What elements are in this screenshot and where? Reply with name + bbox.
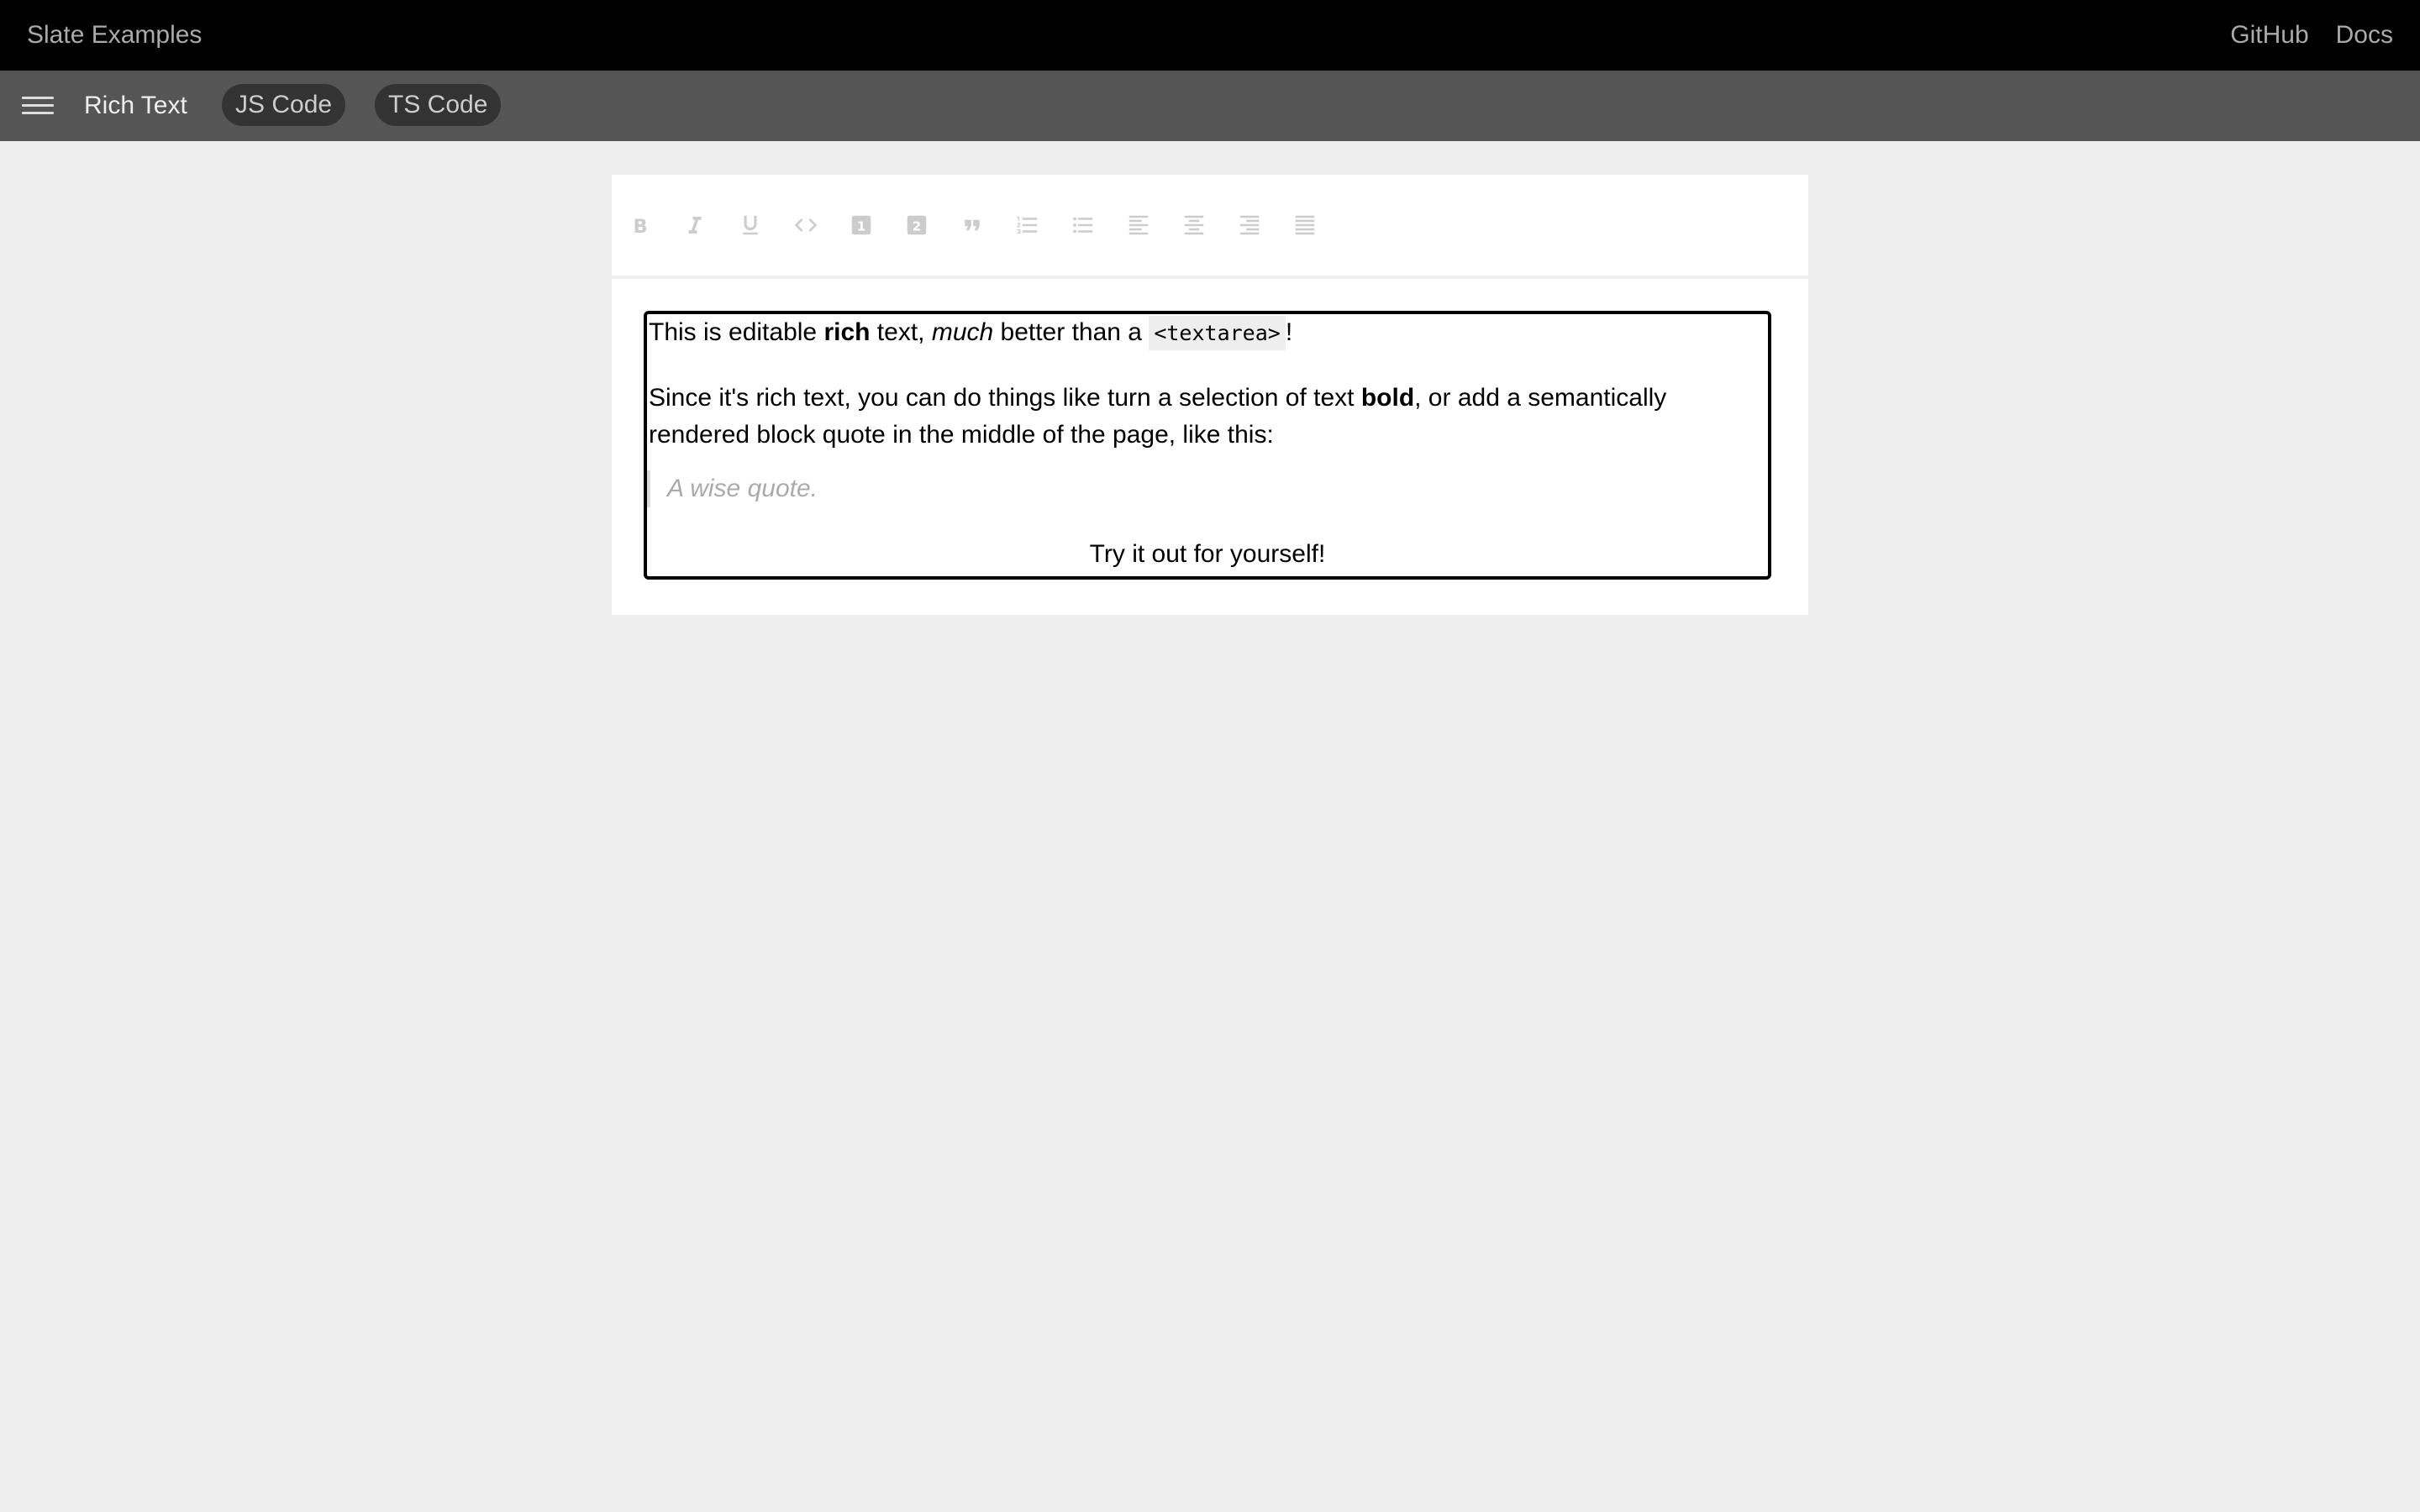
italic-text: much [931, 318, 994, 346]
text-run: better than a [993, 318, 1150, 346]
numbered-list-button[interactable] [1009, 207, 1046, 244]
ts-code-button[interactable]: TS Code [375, 84, 502, 126]
editor-container: B 1 2 This is editable rich text, much b… [612, 175, 1808, 615]
paragraph-description: Since it's rich text, you can do things … [649, 380, 1666, 417]
hamburger-line [22, 104, 54, 107]
code-icon [792, 212, 819, 239]
align-justify-button[interactable] [1286, 207, 1323, 244]
docs-link[interactable]: Docs [2336, 21, 2393, 50]
formatting-toolbar: B 1 2 [612, 175, 1808, 279]
block-quote: A wise quote. [647, 470, 818, 507]
align-right-button[interactable] [1231, 207, 1268, 244]
heading-two-icon: 2 [904, 213, 929, 238]
bulleted-list-button[interactable] [1065, 207, 1102, 244]
github-link[interactable]: GitHub [2230, 21, 2308, 50]
rich-text-editor[interactable]: This is editable rich text, much better … [644, 311, 1771, 580]
hamburger-line [22, 112, 54, 114]
header-links: GitHub Docs [2203, 0, 2393, 71]
paragraph-description-continued: rendered block quote in the middle of th… [649, 421, 1274, 449]
svg-text:1: 1 [857, 218, 865, 234]
align-left-button[interactable] [1120, 207, 1157, 244]
heading-one-icon: 1 [849, 213, 874, 238]
align-left-icon [1126, 213, 1151, 238]
top-header: Slate Examples GitHub Docs [0, 0, 2420, 71]
svg-text:2: 2 [913, 218, 921, 234]
hamburger-menu-icon[interactable] [22, 95, 54, 117]
align-right-icon [1237, 213, 1262, 238]
block-quote-button[interactable] [954, 207, 991, 244]
paragraph-intro: This is editable rich text, much better … [649, 314, 1292, 352]
align-center-icon [1181, 213, 1207, 238]
example-header: Rich Text JS Code TS Code [0, 71, 2420, 141]
code-button[interactable] [787, 207, 824, 244]
svg-text:B: B [634, 216, 648, 238]
hamburger-line [22, 97, 54, 99]
format-bold-icon: B [627, 213, 652, 238]
centered-paragraph: Try it out for yourself! [1089, 540, 1326, 568]
bulleted-list-icon [1071, 213, 1096, 238]
numbered-list-icon [1015, 213, 1040, 238]
text-run: Since it's rich text, you can do things … [649, 384, 1361, 412]
format-underline-icon [738, 213, 763, 238]
text-run: ! [1285, 318, 1293, 346]
inline-code: <textarea> [1149, 316, 1286, 350]
heading-one-button[interactable]: 1 [843, 207, 880, 244]
example-title: Rich Text [84, 92, 187, 119]
align-justify-icon [1292, 213, 1318, 238]
text-run: text, [870, 318, 932, 346]
heading-two-button[interactable]: 2 [898, 207, 935, 244]
underline-button[interactable] [732, 207, 769, 244]
bold-text: rich [823, 318, 871, 346]
italic-button[interactable] [676, 207, 713, 244]
block-quote-icon [960, 213, 985, 238]
text-run: This is editable [649, 318, 824, 346]
bold-text: bold [1360, 384, 1415, 412]
brand-link[interactable]: Slate Examples [27, 0, 202, 71]
text-run: , or add a semantically [1414, 384, 1667, 412]
js-code-button[interactable]: JS Code [222, 84, 346, 126]
bold-button[interactable]: B [621, 207, 658, 244]
align-center-button[interactable] [1176, 207, 1213, 244]
format-italic-icon [682, 213, 708, 238]
